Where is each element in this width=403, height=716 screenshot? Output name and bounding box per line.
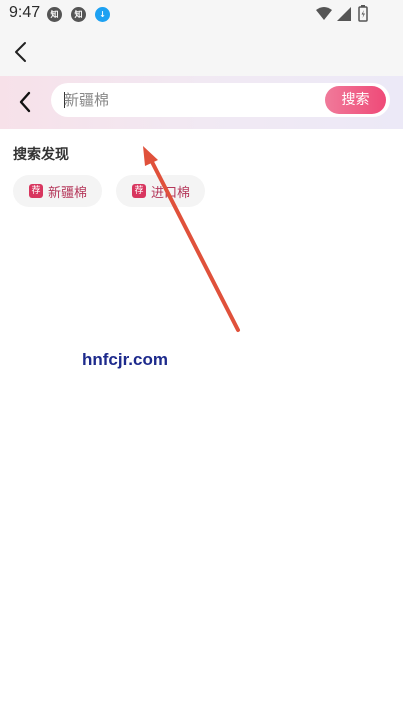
chevron-left-icon bbox=[19, 91, 31, 113]
app-notification-icon: 知 bbox=[47, 7, 62, 22]
search-button[interactable]: 搜索 bbox=[325, 86, 386, 114]
discover-chip[interactable]: 荐 新疆棉 bbox=[13, 175, 102, 207]
chevron-left-icon bbox=[15, 42, 26, 62]
signal-icon bbox=[337, 7, 351, 21]
discover-chip[interactable]: 荐 进口棉 bbox=[116, 175, 205, 207]
top-nav-bar bbox=[0, 28, 403, 76]
battery-icon bbox=[358, 5, 368, 22]
search-header: 搜索 bbox=[0, 76, 403, 129]
discover-title: 搜索发现 bbox=[13, 147, 69, 163]
search-input[interactable] bbox=[64, 83, 314, 117]
search-back-button[interactable] bbox=[14, 90, 36, 114]
watermark: hnfcjr.com bbox=[82, 350, 168, 369]
download-icon: ↓ bbox=[95, 7, 110, 22]
status-bar: 9:47 知 知 ↓ bbox=[0, 0, 403, 28]
search-box: 搜索 bbox=[51, 83, 390, 117]
chip-label: 新疆棉 bbox=[48, 185, 88, 201]
system-icons bbox=[315, 5, 375, 23]
back-button[interactable] bbox=[10, 40, 32, 64]
recommend-badge-icon: 荐 bbox=[29, 184, 43, 198]
recommend-badge-icon: 荐 bbox=[132, 184, 146, 198]
status-time: 9:47 bbox=[9, 4, 41, 21]
app-notification-icon: 知 bbox=[71, 7, 86, 22]
chip-label: 进口棉 bbox=[151, 185, 191, 201]
wifi-icon bbox=[316, 7, 332, 20]
